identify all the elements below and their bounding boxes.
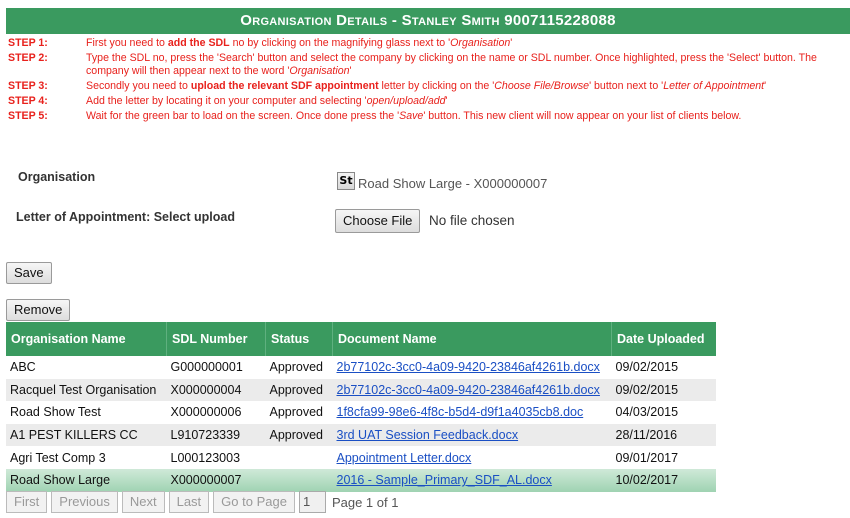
step-text: Add the letter by locating it on your co… — [86, 94, 367, 107]
step-label: STEP 5: — [8, 109, 48, 122]
step-text: ' — [349, 64, 352, 77]
organisation-label: Organisation — [18, 170, 96, 184]
cell-date-uploaded: 09/02/2015 — [611, 378, 716, 402]
organisation-value: Road Show Large - X000000007 — [358, 176, 548, 191]
page-title: Organisation Details - Stanley Smith 900… — [6, 8, 850, 34]
table-row-selected[interactable]: Road Show Large X000000007 2016 - Sample… — [6, 468, 716, 492]
remove-button[interactable]: Remove — [6, 299, 71, 321]
cell-organisation-name: Agri Test Comp 3 — [10, 450, 106, 465]
step-label: STEP 4: — [8, 94, 48, 107]
cell-status: Approved — [265, 423, 333, 447]
cell-organisation-name: Road Show Test — [10, 405, 101, 420]
cell-status: Approved — [265, 378, 333, 402]
document-link[interactable]: 3rd UAT Session Feedback.docx — [337, 428, 519, 442]
cell-status: Approved — [269, 360, 324, 375]
table-row[interactable]: A1 PEST KILLERS CC L910723339 Approved 3… — [6, 423, 716, 447]
pager-previous-button[interactable]: Previous — [51, 491, 118, 513]
cell-sdl-number: L910723339 — [166, 423, 266, 447]
step-text: ' — [445, 94, 448, 107]
instructions: STEP 1: First you need to add the SDL no… — [8, 37, 850, 125]
pager: First Previous Next Last Go to Page 1 Pa… — [6, 491, 398, 513]
cell-document-name: 3rd UAT Session Feedback.docx — [332, 423, 612, 447]
step-italic: open/upload/add — [366, 94, 446, 107]
step-text: no by clicking on the magnifying glass n… — [229, 37, 451, 49]
cell-sdl-number: G000000001 — [170, 360, 243, 375]
cell-sdl-number: X000000004 — [166, 378, 266, 402]
column-header-status[interactable]: Status — [265, 322, 333, 356]
page-number-input[interactable]: 1 — [298, 491, 326, 513]
document-link[interactable]: 2b77102c-3cc0-4a09-9420-23846af4261b.doc… — [337, 360, 600, 374]
cell-document-name: Appointment Letter.docx — [333, 446, 612, 469]
document-link[interactable]: Appointment Letter.docx — [337, 451, 472, 465]
step-italic: Letter of Appointment — [663, 79, 765, 92]
pager-next-button[interactable]: Next — [121, 491, 165, 513]
pager-go-to-page-button[interactable]: Go to Page — [213, 491, 295, 513]
letter-of-appointment-label: Letter of Appointment: Select upload — [16, 210, 235, 224]
cell-date-uploaded: 28/11/2016 — [611, 423, 716, 447]
step-5: STEP 5: Wait for the green bar to load o… — [8, 110, 850, 123]
cell-status: Approved — [269, 405, 324, 420]
step-italic: Organisation — [289, 64, 350, 77]
document-link[interactable]: 1f8cfa99-98e6-4f8c-b5d4-d9f1a4035cb8.doc — [337, 405, 584, 419]
step-text: Secondly you need to — [86, 79, 191, 92]
table-row[interactable]: Road Show Test X000000006 Approved 1f8cf… — [6, 401, 716, 424]
pager-first-button[interactable]: First — [6, 491, 48, 513]
cell-sdl-number: X000000006 — [170, 405, 242, 420]
cell-date-uploaded: 09/02/2015 — [615, 360, 679, 375]
cell-document-name: 1f8cfa99-98e6-4f8c-b5d4-d9f1a4035cb8.doc — [333, 401, 612, 424]
step-label: STEP 3: — [8, 79, 48, 92]
cell-organisation-name: ABC — [10, 360, 36, 375]
table-row[interactable]: Agri Test Comp 3 L000123003 Appointment … — [6, 446, 716, 469]
page-info: Page 1 of 1 — [331, 494, 399, 510]
cell-status — [266, 446, 333, 469]
clients-table: Organisation Name SDL Number Status Docu… — [6, 322, 716, 492]
step-text: First you need to — [86, 37, 168, 49]
file-status: No file chosen — [429, 213, 515, 228]
step-4: STEP 4: Add the letter by locating it on… — [8, 95, 850, 108]
step-text: ' button next to ' — [589, 79, 664, 92]
step-text: ' — [764, 79, 767, 92]
cell-organisation-name: Racquel Test Organisation — [6, 378, 167, 402]
save-button[interactable]: Save — [6, 262, 52, 284]
table-header-row: Organisation Name SDL Number Status Docu… — [6, 322, 716, 356]
step-label: STEP 2: — [8, 52, 48, 64]
document-link[interactable]: 2b77102c-3cc0-4a09-9420-23846af4261b.doc… — [337, 383, 600, 397]
column-header-sdl-number[interactable]: SDL Number — [166, 322, 266, 356]
cell-date-uploaded: 10/02/2017 — [611, 468, 716, 492]
cell-document-name: 2b77102c-3cc0-4a09-9420-23846af4261b.doc… — [333, 356, 612, 379]
cell-document-name: 2016 - Sample_Primary_SDF_AL.docx — [332, 468, 612, 492]
cell-date-uploaded: 04/03/2015 — [615, 405, 679, 420]
step-2: STEP 2: Type the SDL no, press the 'Sear… — [8, 52, 850, 77]
step-italic: Organisation — [450, 37, 511, 49]
column-header-document-name[interactable]: Document Name — [332, 322, 612, 356]
step-text: letter by clicking on the ' — [378, 79, 495, 92]
step-3: STEP 3: Secondly you need to upload the … — [8, 80, 850, 93]
step-text: Type the SDL no, press the 'Search' butt… — [86, 52, 817, 77]
column-header-date-uploaded[interactable]: Date Uploaded — [611, 322, 716, 356]
cell-sdl-number: L000123003 — [170, 450, 241, 465]
step-emphasis: add the SDL — [167, 37, 230, 49]
cell-organisation-name: Road Show Large — [6, 468, 167, 492]
step-text: Wait for the green bar to load on the sc… — [86, 109, 400, 122]
choose-file-button[interactable]: Choose File — [335, 209, 421, 233]
table-row[interactable]: Racquel Test Organisation X000000004 App… — [6, 378, 716, 402]
organisation-lookup-icon[interactable]: St — [337, 172, 355, 190]
step-italic: Save — [399, 109, 424, 122]
cell-date-uploaded: 09/01/2017 — [615, 450, 679, 465]
document-link[interactable]: 2016 - Sample_Primary_SDF_AL.docx — [337, 473, 552, 487]
column-header-organisation-name[interactable]: Organisation Name — [6, 322, 167, 356]
cell-organisation-name: A1 PEST KILLERS CC — [6, 423, 167, 447]
step-italic: Choose File/Browse — [494, 79, 590, 92]
step-emphasis: upload the relevant SDF appointment — [190, 79, 379, 92]
pager-last-button[interactable]: Last — [168, 491, 210, 513]
table-row[interactable]: ABC G000000001 Approved 2b77102c-3cc0-4a… — [6, 356, 716, 379]
step-text: ' button. This new client will now appea… — [423, 109, 742, 122]
cell-status — [265, 468, 333, 492]
step-label: STEP 1: — [8, 37, 48, 49]
step-1: STEP 1: First you need to add the SDL no… — [8, 37, 850, 50]
cell-document-name: 2b77102c-3cc0-4a09-9420-23846af4261b.doc… — [332, 378, 612, 402]
step-text: ' — [510, 37, 513, 49]
cell-sdl-number: X000000007 — [166, 468, 266, 492]
